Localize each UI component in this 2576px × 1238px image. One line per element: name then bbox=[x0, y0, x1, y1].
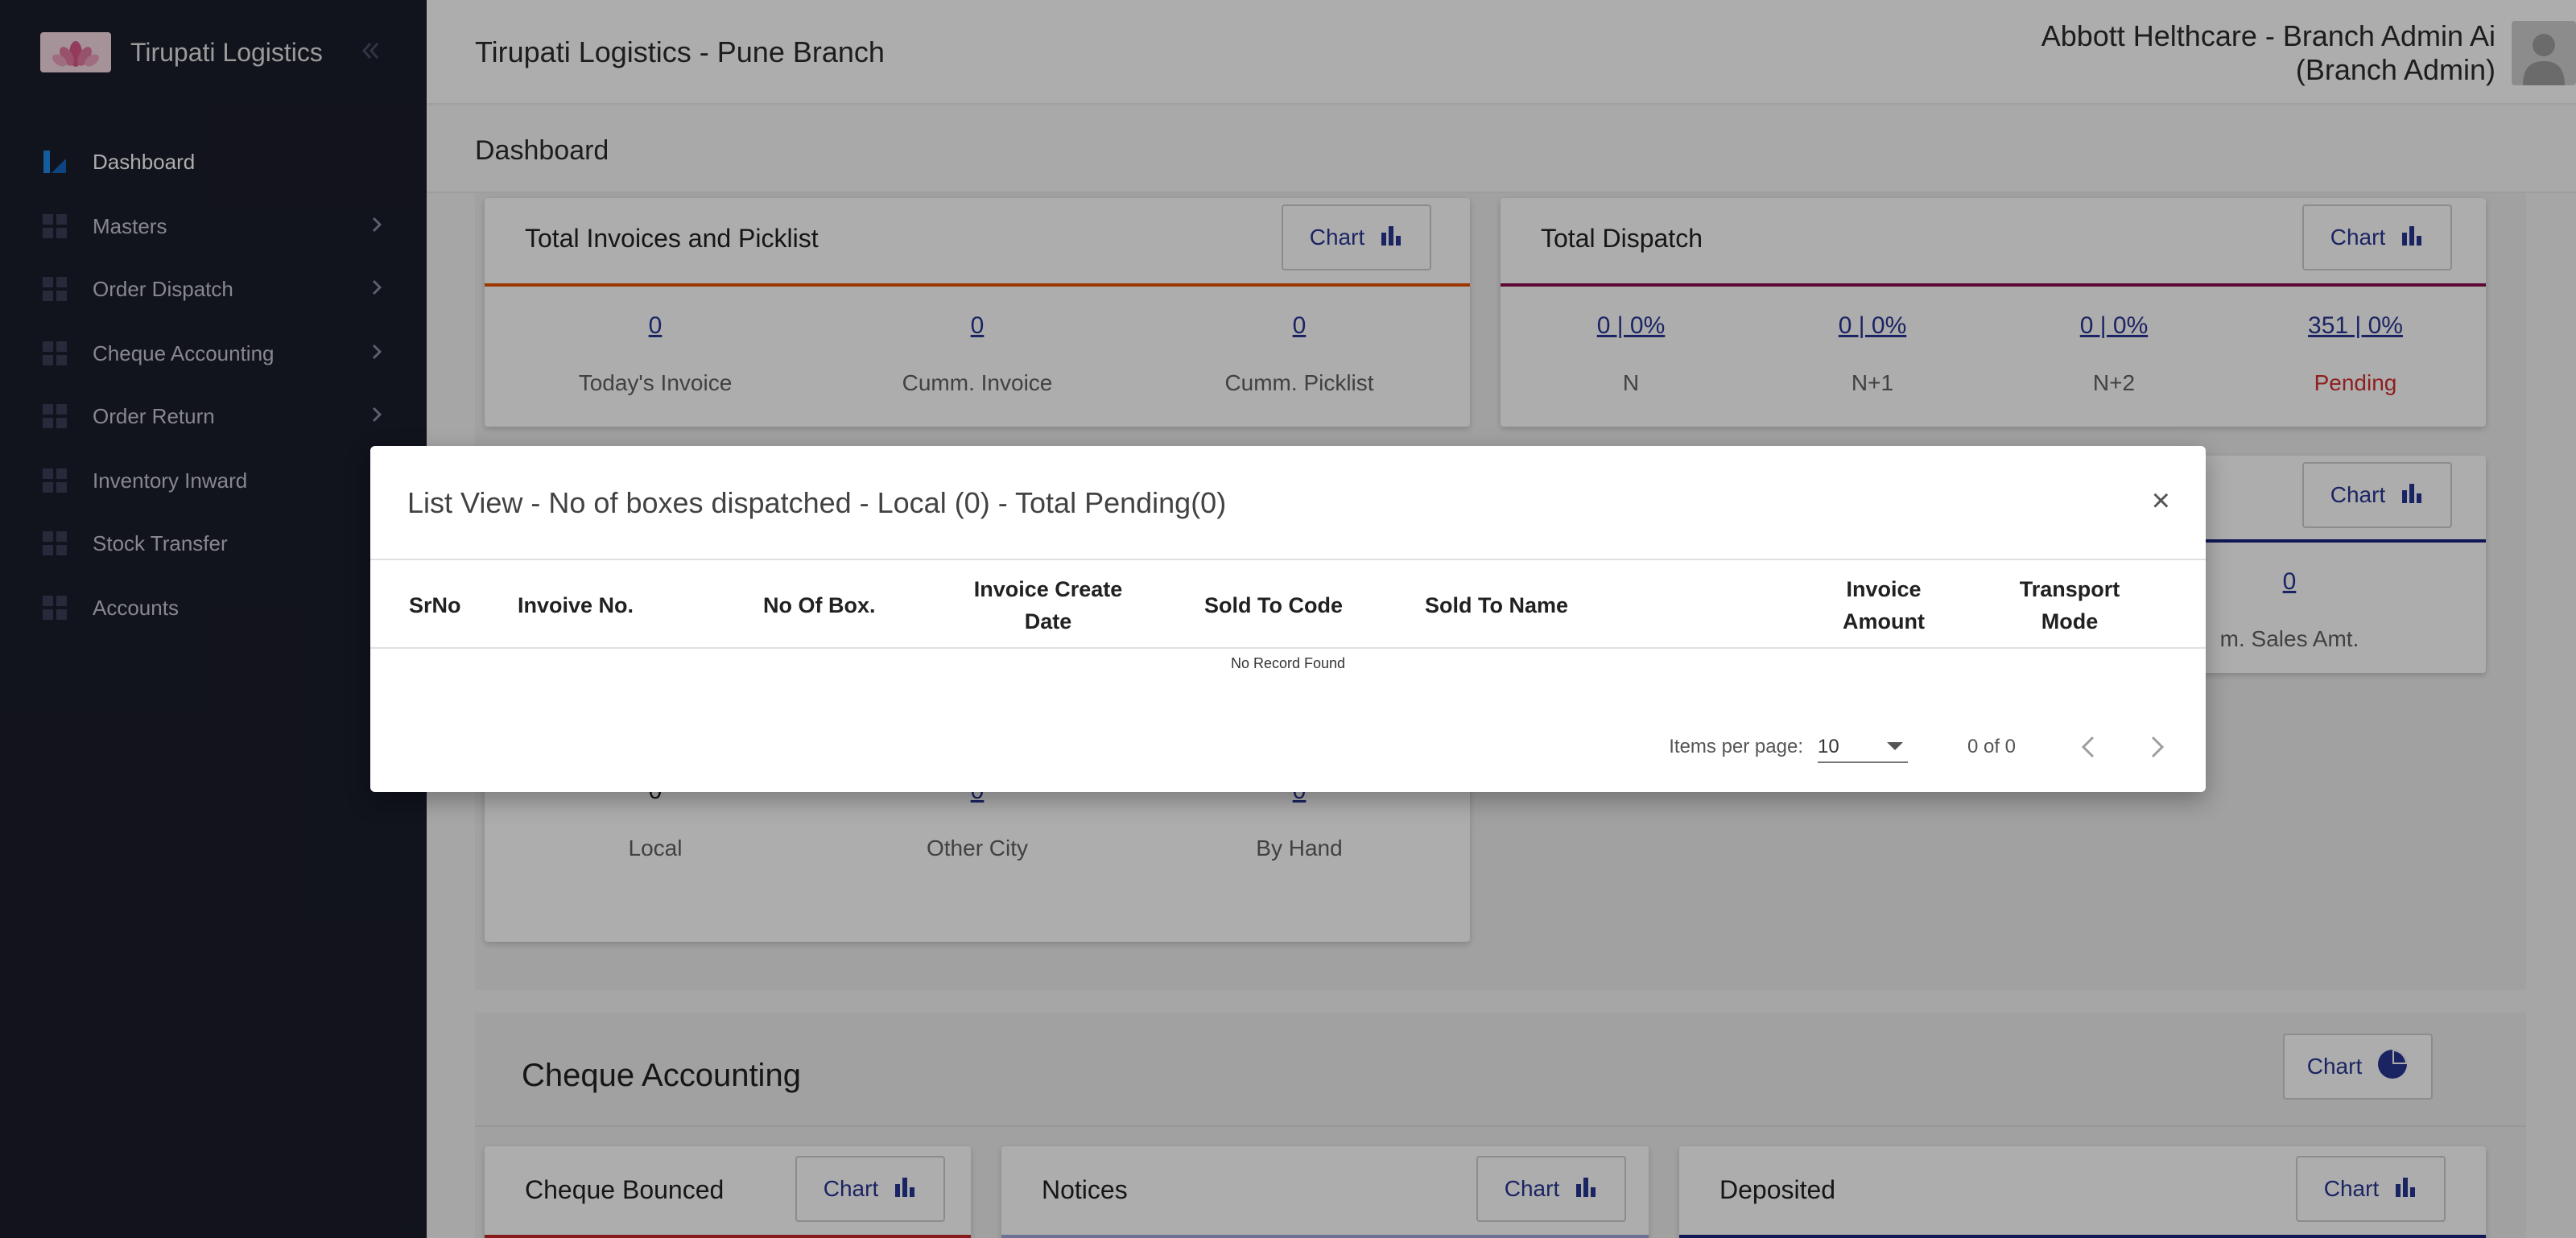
paginator: Items per page: 10 0 of 0 bbox=[1562, 728, 2206, 768]
table-header: SrNo Invoive No. No Of Box. Invoice Crea… bbox=[370, 559, 2206, 649]
list-view-dialog: List View - No of boxes dispatched - Loc… bbox=[370, 446, 2206, 792]
previous-page-button[interactable] bbox=[2077, 731, 2101, 767]
dialog-title: List View - No of boxes dispatched - Loc… bbox=[407, 486, 1227, 519]
column-header[interactable]: Invoice Amount bbox=[1819, 560, 1948, 650]
column-header[interactable]: Invoive No. bbox=[518, 560, 727, 650]
column-header[interactable]: Sold To Name bbox=[1425, 560, 1715, 650]
close-icon[interactable]: × bbox=[2152, 485, 2170, 517]
items-per-page-label: Items per page: bbox=[1669, 736, 1803, 757]
chevron-right-icon bbox=[2151, 736, 2165, 758]
column-header[interactable]: Transport Mode bbox=[2001, 560, 2138, 650]
column-header[interactable]: SrNo bbox=[409, 560, 506, 650]
page-range: 0 of 0 bbox=[1967, 736, 2016, 757]
dropdown-arrow-icon bbox=[1887, 742, 1903, 750]
items-per-page-select[interactable]: 10 bbox=[1818, 731, 1908, 763]
empty-message: No Record Found bbox=[1230, 655, 1346, 671]
column-header[interactable]: Sold To Code bbox=[1204, 560, 1397, 650]
column-header[interactable]: Invoice Create Date bbox=[968, 560, 1129, 650]
column-header[interactable]: No Of Box. bbox=[763, 560, 924, 650]
chevron-left-icon bbox=[2081, 736, 2095, 758]
items-per-page-value: 10 bbox=[1818, 736, 1839, 757]
next-page-button[interactable] bbox=[2145, 731, 2169, 767]
